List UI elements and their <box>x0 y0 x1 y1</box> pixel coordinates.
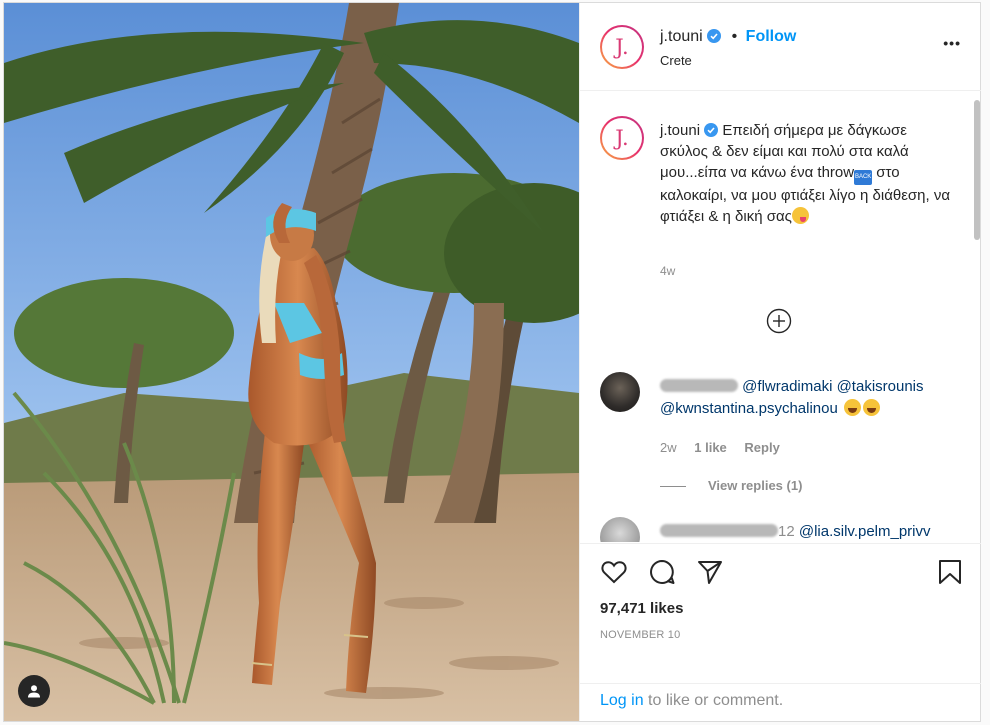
user-tag-icon[interactable] <box>18 675 50 707</box>
profile-avatar[interactable]: J. <box>600 25 644 69</box>
post-card: J. j.touni • Follow Crete ••• J. j.touni… <box>3 2 981 722</box>
post-date[interactable]: NOVEMBER 10 <box>600 629 680 641</box>
heart-icon[interactable] <box>600 558 628 586</box>
header-user-line: j.touni • Follow <box>660 28 796 46</box>
bookmark-icon[interactable] <box>936 558 964 586</box>
laughing-emoji <box>863 399 880 416</box>
post-header: J. j.touni • Follow Crete ••• <box>580 3 981 91</box>
view-replies-button[interactable]: View replies (1) <box>660 478 802 493</box>
comment-like-count[interactable]: 1 like <box>694 440 727 455</box>
more-options-button[interactable]: ••• <box>943 35 961 51</box>
comment-icon[interactable] <box>648 558 676 586</box>
laughing-emoji <box>844 399 861 416</box>
caption-avatar[interactable]: J. <box>600 116 644 160</box>
comment-mentions-line-2[interactable]: @kwnstantina.psychalinou <box>660 400 838 417</box>
username-suffix: 12 <box>778 523 795 540</box>
login-prompt: Log in to like or comment. <box>580 683 981 721</box>
caption-username[interactable]: j.touni <box>660 122 700 139</box>
verified-badge-icon <box>707 29 722 43</box>
verified-badge-icon <box>704 123 719 137</box>
likes-count[interactable]: 97,471 likes <box>600 600 683 617</box>
blurred-username <box>660 524 778 537</box>
blurred-username <box>660 379 738 392</box>
avatar-logo: J. <box>602 27 642 67</box>
login-prompt-text: to like or comment. <box>643 692 784 709</box>
comment-text: @flwradimaki @takisrounis @kwnstantina.p… <box>660 376 950 420</box>
comment-reply-button[interactable]: Reply <box>744 440 779 455</box>
comment-timestamp[interactable]: 2w <box>660 440 677 455</box>
caption-timestamp[interactable]: 4w <box>660 264 675 278</box>
post-photo[interactable] <box>4 3 579 721</box>
comment-text: 12 @lia.silv.pelm_privv <box>660 521 950 542</box>
share-icon[interactable] <box>696 558 724 586</box>
login-link[interactable]: Log in <box>600 692 644 709</box>
post-side-panel: J. j.touni • Follow Crete ••• J. j.touni… <box>579 3 981 721</box>
post-caption: j.touni Επειδή σήμερα με δάγκωσε σκύλος … <box>660 120 950 227</box>
yum-face-emoji <box>791 207 809 224</box>
commenter-avatar[interactable] <box>600 517 640 542</box>
commenter-avatar[interactable] <box>600 372 640 412</box>
back-arrow-emoji: BACK <box>854 170 873 185</box>
comment-mentions-line-1[interactable]: @lia.silv.pelm_privv <box>799 523 931 540</box>
photo-palm-beach <box>4 3 579 721</box>
comment-mentions-line-1[interactable]: @flwradimaki @takisrounis <box>742 378 923 395</box>
caption-avatar-logo: J. <box>602 118 642 158</box>
post-actions: 97,471 likes NOVEMBER 10 <box>580 543 981 683</box>
follow-button[interactable]: Follow <box>746 28 797 45</box>
separator-dot: • <box>731 28 738 45</box>
add-comment-icon[interactable] <box>766 308 792 334</box>
header-username[interactable]: j.touni <box>660 28 703 45</box>
comments-scrollbar[interactable] <box>974 100 980 240</box>
location-link[interactable]: Crete <box>660 53 692 68</box>
comment-meta: 2w 1 like Reply <box>660 440 780 455</box>
comments-section[interactable]: J. j.touni Επειδή σήμερα με δάγκωσε σκύλ… <box>580 92 981 542</box>
